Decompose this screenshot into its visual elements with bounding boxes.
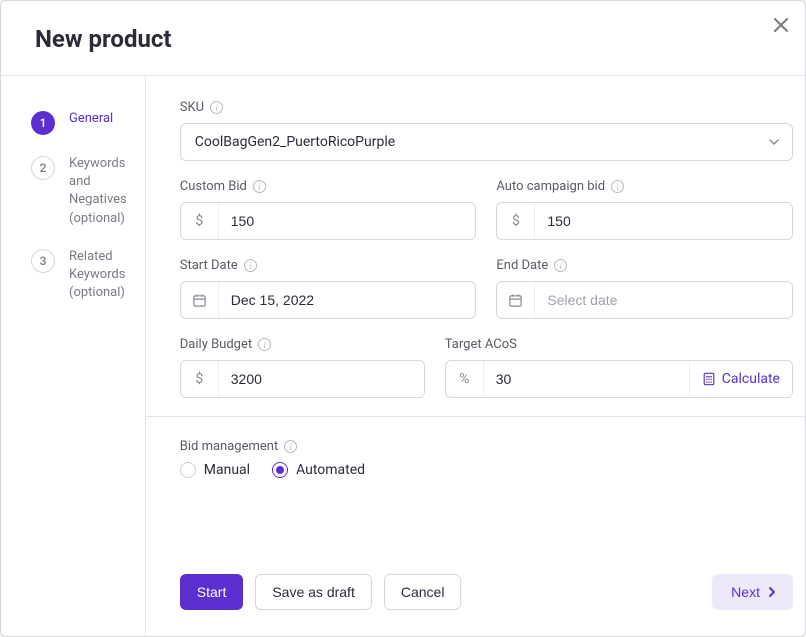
- new-product-modal: New product 1 General 2 Keywords and Neg…: [0, 0, 806, 637]
- step-number: 3: [31, 249, 55, 273]
- target-acos-input[interactable]: [484, 361, 689, 397]
- calendar-icon: [497, 282, 535, 318]
- percent-prefix: %: [446, 361, 484, 397]
- bid-mgmt-radio-group: Manual Automated: [180, 462, 793, 478]
- radio-icon: [180, 462, 196, 478]
- save-draft-button[interactable]: Save as draft: [255, 574, 372, 610]
- bid-mgmt-automated[interactable]: Automated: [272, 462, 365, 478]
- radio-label: Automated: [296, 462, 365, 478]
- daily-budget-input[interactable]: [219, 361, 424, 397]
- custom-bid-label: Custom Bid: [180, 179, 247, 194]
- close-icon: [774, 18, 788, 32]
- info-icon[interactable]: i: [258, 338, 271, 351]
- wizard-sidebar: 1 General 2 Keywords and Negatives (opti…: [1, 76, 146, 636]
- daily-budget-label: Daily Budget: [180, 337, 252, 352]
- step-keywords[interactable]: 2 Keywords and Negatives (optional): [31, 145, 145, 238]
- info-icon[interactable]: i: [210, 101, 223, 114]
- sku-value: CoolBagGen2_PuertoRicoPurple: [195, 134, 395, 150]
- start-button[interactable]: Start: [180, 574, 244, 610]
- modal-header: New product: [1, 1, 805, 76]
- step-label: Keywords and Negatives (optional): [69, 155, 127, 228]
- bid-mgmt-manual[interactable]: Manual: [180, 462, 250, 478]
- target-acos-label: Target ACoS: [445, 337, 517, 352]
- start-date-label: Start Date: [180, 258, 238, 273]
- auto-bid-label: Auto campaign bid: [496, 179, 605, 194]
- step-number: 2: [31, 156, 55, 180]
- auto-bid-input[interactable]: [535, 203, 792, 239]
- start-date-input[interactable]: [219, 282, 476, 318]
- step-number: 1: [31, 111, 55, 135]
- info-icon[interactable]: i: [253, 180, 266, 193]
- auto-bid-input-group: $: [496, 202, 793, 240]
- currency-prefix: $: [497, 203, 535, 239]
- next-button[interactable]: Next: [712, 574, 793, 610]
- info-icon[interactable]: i: [284, 440, 297, 453]
- custom-bid-input-group: $: [180, 202, 477, 240]
- step-related-keywords[interactable]: 3 Related Keywords (optional): [31, 238, 145, 313]
- custom-bid-input[interactable]: [219, 203, 476, 239]
- radio-label: Manual: [204, 462, 250, 478]
- divider: [146, 416, 806, 417]
- sku-select[interactable]: CoolBagGen2_PuertoRicoPurple: [180, 123, 793, 161]
- close-button[interactable]: [771, 15, 791, 35]
- bid-mgmt-label: Bid management: [180, 439, 278, 454]
- end-date-label: End Date: [496, 258, 548, 273]
- chevron-right-icon: [766, 586, 778, 598]
- step-label: Related Keywords (optional): [69, 248, 127, 303]
- next-label: Next: [731, 584, 760, 600]
- step-general[interactable]: 1 General: [31, 100, 145, 145]
- calculate-label: Calculate: [722, 371, 780, 387]
- end-date-input[interactable]: [535, 282, 792, 318]
- calendar-icon: [181, 282, 219, 318]
- info-icon[interactable]: i: [554, 259, 567, 272]
- chevron-down-icon: [768, 136, 780, 148]
- end-date-picker[interactable]: [496, 281, 793, 319]
- info-icon[interactable]: i: [611, 180, 624, 193]
- radio-icon: [272, 462, 288, 478]
- sku-label: SKU: [180, 100, 204, 115]
- currency-prefix: $: [181, 361, 219, 397]
- modal-footer: Start Save as draft Cancel Next: [146, 554, 806, 636]
- step-label: General: [69, 110, 113, 128]
- start-date-picker[interactable]: [180, 281, 477, 319]
- daily-budget-input-group: $: [180, 360, 425, 398]
- cancel-button[interactable]: Cancel: [384, 574, 462, 610]
- calculate-button[interactable]: Calculate: [689, 361, 792, 397]
- currency-prefix: $: [181, 203, 219, 239]
- target-acos-input-group: % Calculate: [445, 360, 793, 398]
- info-icon[interactable]: i: [244, 259, 257, 272]
- form-area: SKU i CoolBagGen2_PuertoRicoPurple Custo…: [146, 76, 806, 554]
- calculator-icon: [702, 372, 716, 386]
- modal-title: New product: [35, 25, 172, 53]
